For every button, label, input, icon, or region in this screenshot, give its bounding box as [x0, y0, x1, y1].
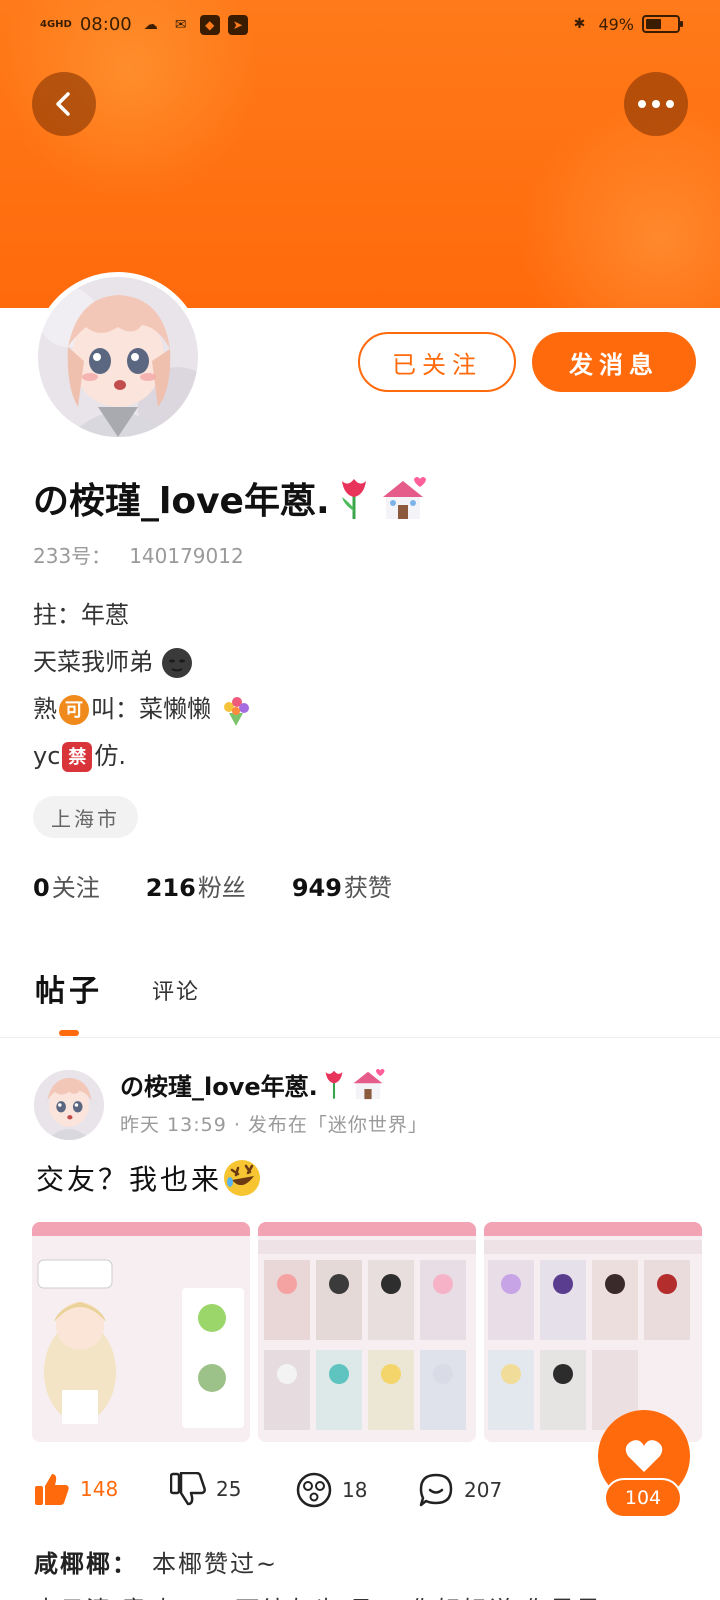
- bio-line: yc 禁仿.: [33, 733, 253, 780]
- post-image-1[interactable]: [32, 1222, 250, 1442]
- likes-label: 获赞: [343, 874, 392, 902]
- app-notification-icon: ◆: [199, 14, 220, 35]
- game-screenshot-image: [484, 1222, 702, 1442]
- post-author-name[interactable]: の桉瑾_love年蒽.: [120, 1066, 386, 1102]
- thumbs-up-icon: [35, 1474, 69, 1505]
- nickname-text: の桉瑾_love年蒽.: [33, 481, 330, 522]
- user-id: 233号： 140179012: [33, 540, 244, 569]
- more-dots-icon: [638, 100, 674, 108]
- wow-action[interactable]: 18: [296, 1472, 367, 1508]
- fab-like-count: 104: [604, 1478, 682, 1518]
- bouquet-icon: [223, 697, 249, 726]
- next-comment-partial: 卢云清 意 如……可结友也 丹… 你好好说 你是是: [34, 1590, 602, 1600]
- post-content[interactable]: 交友？我也来: [36, 1158, 262, 1198]
- game-screenshot-image: [258, 1222, 476, 1442]
- post-meta: 昨天 13:59 · 发布在「迷你世界」: [120, 1110, 428, 1137]
- tulip-icon: [341, 479, 366, 519]
- thumbs-down-icon: [170, 1472, 206, 1506]
- bio-line-text: 仿.: [94, 742, 127, 770]
- uid-label: 233号：: [33, 544, 112, 568]
- fans-stat[interactable]: 216粉丝: [146, 868, 246, 903]
- active-tab-indicator: [59, 1030, 79, 1036]
- tab-posts[interactable]: 帖子: [35, 966, 103, 1010]
- anime-avatar-image: [34, 1070, 104, 1140]
- heart-icon: [625, 1440, 663, 1472]
- bio-line-text: 天菜我师弟: [33, 648, 153, 676]
- post-text: 交友？我也来: [36, 1163, 223, 1196]
- battery-icon: [642, 15, 683, 33]
- game-screenshot-image: [32, 1222, 250, 1442]
- bluetooth-icon: ✱: [573, 16, 586, 32]
- wedding-chapel-icon: [353, 1068, 385, 1100]
- following-label: 关注: [51, 874, 100, 902]
- profile-tabs: 帖子 评论: [0, 950, 720, 1038]
- battery-fill: [646, 19, 661, 29]
- network-indicator: 4GHD: [40, 18, 72, 30]
- post-board[interactable]: · 发布在「迷你世界」: [234, 1114, 428, 1136]
- battery-percent: 49%: [598, 14, 634, 34]
- dislike-action[interactable]: 25: [170, 1472, 241, 1506]
- dizzy-face-icon: [296, 1472, 332, 1508]
- post-actions: 148 25 18 207: [34, 1472, 594, 1520]
- following-count: 0: [33, 874, 50, 902]
- post-image-3[interactable]: [484, 1222, 702, 1442]
- anime-avatar-image: [38, 277, 198, 437]
- comment-bubble-icon: [419, 1473, 453, 1507]
- like-action[interactable]: 148: [34, 1472, 118, 1506]
- send-message-button[interactable]: 发消息: [532, 332, 696, 392]
- profile-nickname: の桉瑾_love年蒽.: [33, 472, 428, 524]
- bio-line-text: yc: [33, 742, 61, 770]
- status-bar: 4GHD 08:00 ☁ ✉ ◆ ➤ ✱ 49%: [0, 0, 720, 56]
- post-images: [32, 1222, 702, 1442]
- uid-value: 140179012: [129, 544, 244, 568]
- new-moon-face-icon: [161, 648, 192, 678]
- post-image-2[interactable]: [258, 1222, 476, 1442]
- chevron-left-icon: [56, 92, 70, 116]
- post-author-text: の桉瑾_love年蒽.: [120, 1072, 318, 1101]
- back-button[interactable]: [32, 72, 96, 136]
- prohibited-badge-icon: 禁: [62, 742, 93, 772]
- wechat-icon: ✉: [174, 16, 187, 33]
- comment-action[interactable]: 207: [418, 1472, 502, 1508]
- like-count: 148: [80, 1477, 119, 1501]
- profile-avatar[interactable]: [33, 272, 203, 442]
- comment-text: 本椰赞过~: [152, 1550, 279, 1578]
- top-comment[interactable]: 咸椰椰： 本椰赞过~: [34, 1544, 278, 1579]
- bio-line: 天菜我师弟: [33, 639, 253, 686]
- bio-line-text: 叫：菜懒懒: [91, 695, 211, 723]
- location-tag: 上海市: [33, 796, 138, 838]
- profile-header-banner: 4GHD 08:00 ☁ ✉ ◆ ➤ ✱ 49%: [0, 0, 720, 308]
- bio-line-text: 熟: [33, 695, 57, 723]
- tab-comments[interactable]: 评论: [152, 974, 200, 1006]
- likes-stat: 949获赞: [292, 868, 392, 903]
- profile-stats: 0关注 216粉丝 949获赞: [33, 868, 392, 903]
- send-icon: ➤: [227, 14, 248, 35]
- tulip-icon: [325, 1070, 343, 1099]
- wedding-chapel-icon: [382, 477, 426, 519]
- post-author-avatar[interactable]: [34, 1070, 104, 1140]
- wow-count: 18: [342, 1478, 368, 1502]
- followed-button[interactable]: 已关注: [358, 332, 516, 392]
- rolling-laugh-emoji-icon: [224, 1160, 261, 1196]
- comment-author: 咸椰椰：: [34, 1550, 138, 1578]
- clock: 08:00: [79, 14, 132, 35]
- post-time: 昨天 13:59: [120, 1114, 227, 1136]
- fans-label: 粉丝: [197, 874, 246, 902]
- cloud-icon: ☁: [143, 16, 158, 33]
- profile-bio: 拄：年蒽 天菜我师弟 熟可叫：菜懒懒 yc 禁仿.: [33, 592, 253, 780]
- fans-count: 216: [145, 874, 196, 902]
- dislike-count: 25: [216, 1477, 242, 1501]
- bio-line: 熟可叫：菜懒懒: [33, 686, 253, 733]
- comment-count: 207: [464, 1478, 503, 1502]
- more-button[interactable]: [624, 72, 688, 136]
- bio-line: 拄：年蒽: [33, 601, 129, 629]
- likes-count: 949: [291, 874, 342, 902]
- following-stat[interactable]: 0关注: [33, 868, 100, 903]
- ok-badge-icon: 可: [59, 695, 89, 725]
